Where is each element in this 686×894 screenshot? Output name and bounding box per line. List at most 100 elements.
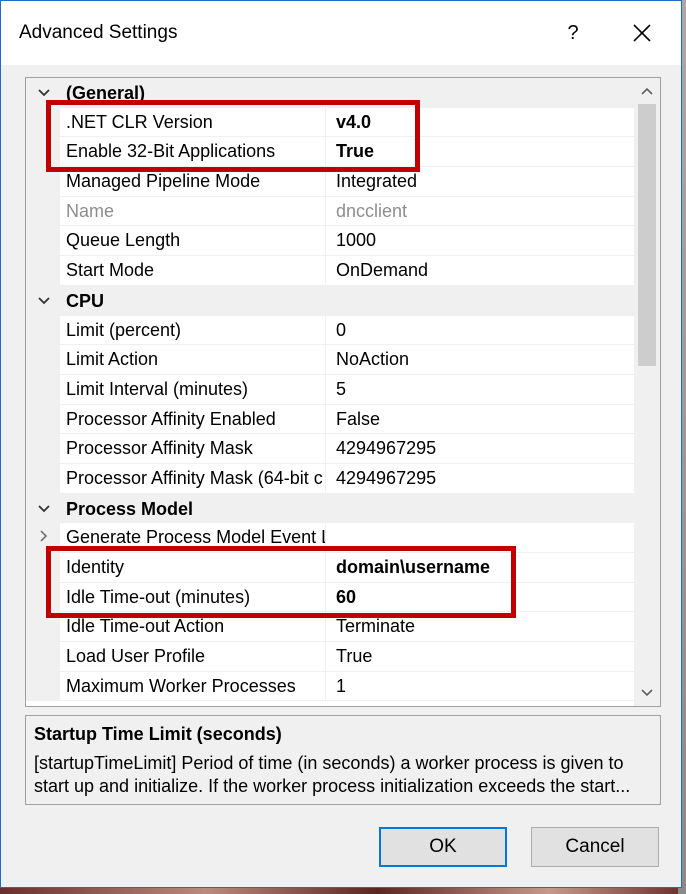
property-gutter [26, 196, 60, 227]
property-gutter [26, 671, 60, 702]
description-title: Startup Time Limit (seconds) [34, 724, 282, 744]
property-name: Start Mode [60, 256, 326, 286]
vertical-scrollbar[interactable] [634, 78, 660, 706]
property-gutter [26, 612, 60, 643]
property-value[interactable]: False [326, 405, 634, 435]
collapse-chevron-icon [40, 530, 48, 542]
property-name: Managed Pipeline Mode [60, 167, 326, 197]
property-value[interactable]: v4.0 [326, 108, 634, 138]
property-row[interactable]: Identity domain\username [26, 553, 634, 583]
category-label: CPU [66, 290, 105, 311]
property-value[interactable]: 4294967295 [326, 464, 634, 494]
property-value[interactable]: Integrated [326, 167, 634, 197]
property-value[interactable]: Terminate [326, 612, 634, 643]
property-value[interactable]: True [326, 137, 634, 168]
property-value[interactable]: 1000 [326, 226, 634, 257]
property-row[interactable]: Load User Profile True [26, 642, 634, 672]
close-button[interactable] [619, 15, 665, 51]
category-label: (General) [66, 83, 146, 103]
property-row[interactable]: Processor Affinity Enabled False [26, 404, 634, 435]
property-gutter [26, 107, 60, 138]
property-name: Name [60, 196, 326, 227]
window-title: Advanced Settings [19, 22, 178, 43]
property-gutter [26, 553, 60, 583]
property-name: Limit Action [60, 345, 326, 375]
chevron-down-icon [641, 689, 653, 697]
advanced-settings-dialog: Advanced Settings ? (General) .NET CLR Ve… [0, 0, 682, 888]
property-row[interactable]: Queue Length 1000 [26, 226, 634, 257]
category-toggle[interactable] [34, 82, 54, 102]
property-gutter [26, 404, 60, 435]
property-row[interactable]: Maximum Worker Processes 1 [26, 671, 634, 702]
property-name: Processor Affinity Enabled [60, 404, 326, 435]
property-name: Limit (percent) [60, 315, 326, 346]
property-value[interactable]: dncclient [326, 197, 634, 227]
property-row[interactable]: .NET CLR Version v4.0 [26, 107, 634, 138]
property-row[interactable]: Enable 32-Bit Applications True [26, 137, 634, 168]
category-row[interactable]: CPU [26, 285, 634, 316]
property-name: Load User Profile [60, 642, 326, 672]
scrollbar-thumb[interactable] [638, 104, 656, 366]
category-row[interactable]: Process Model [26, 493, 634, 524]
property-value[interactable]: NoAction [326, 345, 634, 375]
property-row[interactable]: Processor Affinity Mask (64-bit c 4294967… [26, 463, 634, 494]
property-name: Processor Affinity Mask (64-bit c [60, 463, 326, 494]
property-row[interactable]: Managed Pipeline Mode Integrated [26, 167, 634, 197]
property-name: Generate Process Model Event L [60, 523, 326, 553]
property-gutter [26, 315, 60, 346]
property-row[interactable]: Name dncclient [26, 196, 634, 227]
property-value[interactable]: 0 [326, 316, 634, 346]
category-label: Process Model [66, 498, 194, 519]
chevron-up-icon [641, 87, 653, 95]
category-row[interactable]: (General) [26, 78, 634, 108]
property-row[interactable]: Limit Action NoAction [26, 345, 634, 375]
property-name: Maximum Worker Processes [60, 671, 326, 702]
description-panel: Startup Time Limit (seconds) [startupTim… [25, 715, 661, 805]
scroll-down-button[interactable] [634, 680, 660, 706]
property-value[interactable]: 1 [326, 672, 634, 702]
title-bar[interactable]: Advanced Settings ? [1, 1, 681, 65]
property-gutter [26, 374, 60, 405]
property-value[interactable]: 60 [326, 583, 634, 613]
description-text: [startupTimeLimit] Period of time (in se… [34, 753, 631, 796]
property-name: Processor Affinity Mask [60, 434, 326, 464]
category-toggle[interactable] [34, 498, 54, 518]
property-name: .NET CLR Version [60, 107, 326, 138]
property-row[interactable]: Generate Process Model Event L [26, 523, 634, 553]
category-toggle[interactable] [34, 290, 54, 310]
cancel-button[interactable]: Cancel [531, 827, 659, 867]
property-value[interactable]: OnDemand [326, 256, 634, 286]
property-gutter [26, 582, 60, 613]
property-grid[interactable]: (General) .NET CLR Version v4.0 Enable 32-B… [25, 77, 661, 707]
scroll-up-button[interactable] [634, 78, 660, 104]
property-name: Queue Length [60, 226, 326, 257]
property-row[interactable]: Limit (percent) 0 [26, 315, 634, 346]
property-gutter [26, 167, 60, 197]
property-name: Identity [60, 553, 326, 583]
ok-button[interactable]: OK [379, 827, 507, 867]
property-name: Enable 32-Bit Applications [60, 137, 326, 168]
help-button[interactable]: ? [553, 17, 593, 49]
property-row[interactable]: Idle Time-out Action Terminate [26, 612, 634, 643]
expand-chevron-icon [38, 89, 50, 97]
property-row[interactable]: Start Mode OnDemand [26, 256, 634, 286]
property-gutter [26, 642, 60, 672]
property-value[interactable]: 4294967295 [326, 434, 634, 464]
property-row[interactable]: Limit Interval (minutes) 5 [26, 374, 634, 405]
property-gutter [26, 463, 60, 494]
expand-chevron-icon [38, 504, 50, 512]
property-gutter [26, 434, 60, 464]
property-gutter [26, 345, 60, 375]
property-value[interactable]: 5 [326, 375, 634, 405]
property-row[interactable]: Processor Affinity Mask 4294967295 [26, 434, 634, 464]
property-value[interactable]: domain\username [326, 553, 634, 583]
property-name: Idle Time-out Action [60, 612, 326, 643]
property-value[interactable]: True [326, 642, 634, 672]
property-gutter [26, 137, 60, 168]
property-value[interactable] [326, 523, 634, 553]
close-icon [633, 24, 651, 42]
property-gutter [26, 226, 60, 257]
subproperty-toggle[interactable] [34, 527, 54, 547]
property-name: Limit Interval (minutes) [60, 374, 326, 405]
property-row[interactable]: Idle Time-out (minutes) 60 [26, 582, 634, 613]
